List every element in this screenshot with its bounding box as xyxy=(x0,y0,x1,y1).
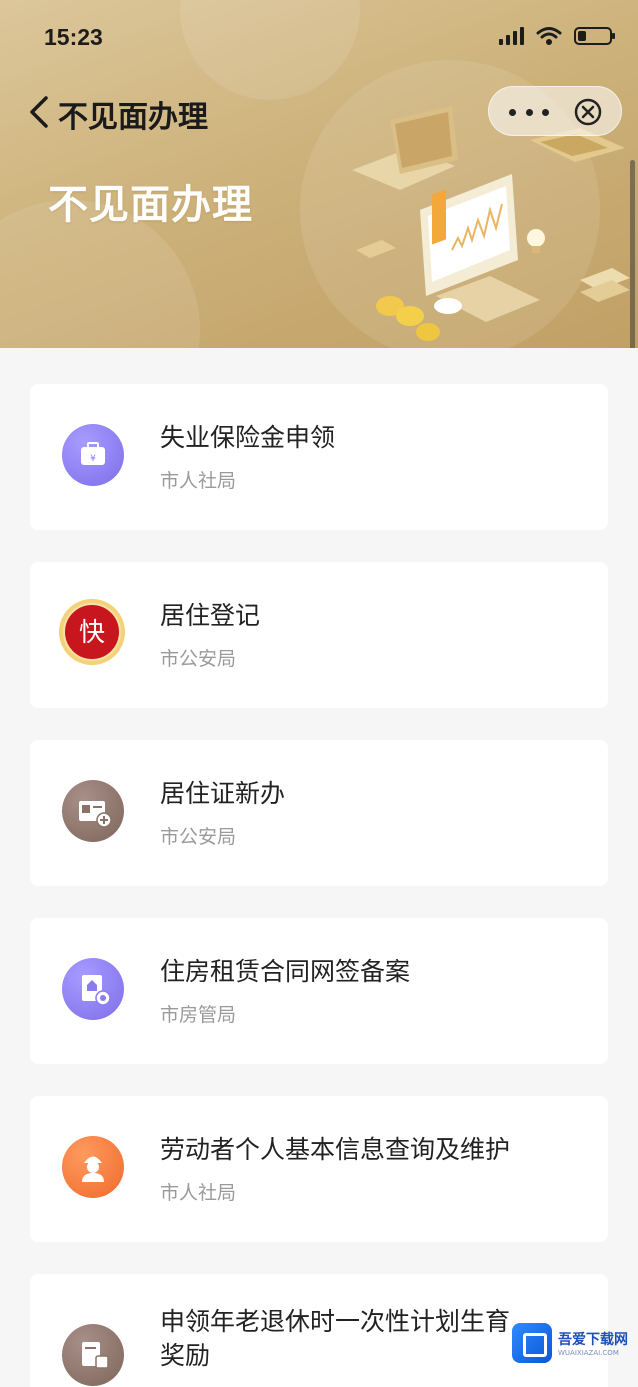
status-icons xyxy=(499,26,615,46)
worker-icon xyxy=(62,1136,124,1198)
service-card-residence-registration[interactable]: 快 居住登记 市公安局 xyxy=(30,562,608,708)
service-department: 市公安局 xyxy=(160,826,237,848)
scrollbar[interactable] xyxy=(630,160,635,380)
service-title-line2: 奖励 xyxy=(160,1341,211,1370)
service-department: 市人社局 xyxy=(160,1182,237,1204)
house-contract-icon xyxy=(62,958,124,1020)
office-illustration xyxy=(352,106,630,341)
service-title: 申领年老退休时一次性计划生育 xyxy=(160,1307,511,1336)
id-card-add-icon xyxy=(62,780,124,842)
svg-text:快: 快 xyxy=(79,618,105,648)
fast-badge-icon: 快 xyxy=(56,596,128,668)
site-watermark: 吾爱下载网 WUAIXIAZAI.COM xyxy=(512,1320,636,1366)
nav-title: 不见面办理 xyxy=(58,100,208,135)
more-button[interactable] xyxy=(509,97,549,127)
service-card-unemployment-insurance[interactable]: ¥ 失业保险金申领 市人社局 xyxy=(30,384,608,530)
document-icon xyxy=(62,1324,124,1386)
briefcase-icon: ¥ xyxy=(62,424,124,486)
watermark-name: 吾爱下载网 xyxy=(558,1332,628,1348)
service-title: 劳动者个人基本信息查询及维护 xyxy=(160,1135,511,1164)
service-title: 住房租赁合同网签备案 xyxy=(160,957,411,986)
service-list: ¥ 失业保险金申领 市人社局 快 居住登记 市公安局 居住证新办 市公安局 住房… xyxy=(0,348,638,1387)
service-title: 居住登记 xyxy=(160,601,261,630)
watermark-url: WUAIXIAZAI.COM xyxy=(558,1349,619,1357)
signal-icon xyxy=(499,27,524,45)
service-card-rental-contract[interactable]: 住房租赁合同网签备案 市房管局 xyxy=(30,918,608,1064)
service-department: 市公安局 xyxy=(160,648,237,670)
mini-program-capsule xyxy=(488,86,622,136)
service-title: 居住证新办 xyxy=(160,779,286,808)
service-department: 市房管局 xyxy=(160,1004,237,1026)
status-time: 15:23 xyxy=(44,24,103,50)
battery-icon xyxy=(574,27,615,45)
service-department: 市人社局 xyxy=(160,470,237,492)
back-arrow-icon[interactable] xyxy=(24,92,54,132)
close-icon[interactable] xyxy=(573,97,603,127)
wifi-icon xyxy=(536,27,562,45)
watermark-logo-icon xyxy=(512,1323,552,1363)
service-card-worker-info[interactable]: 劳动者个人基本信息查询及维护 市人社局 xyxy=(30,1096,608,1242)
status-bar: 15:23 xyxy=(0,0,638,78)
service-card-residence-permit[interactable]: 居住证新办 市公安局 xyxy=(30,740,608,886)
banner-title: 不见面办理 xyxy=(48,182,253,228)
svg-text:¥: ¥ xyxy=(90,454,96,464)
service-title: 失业保险金申领 xyxy=(160,423,336,452)
